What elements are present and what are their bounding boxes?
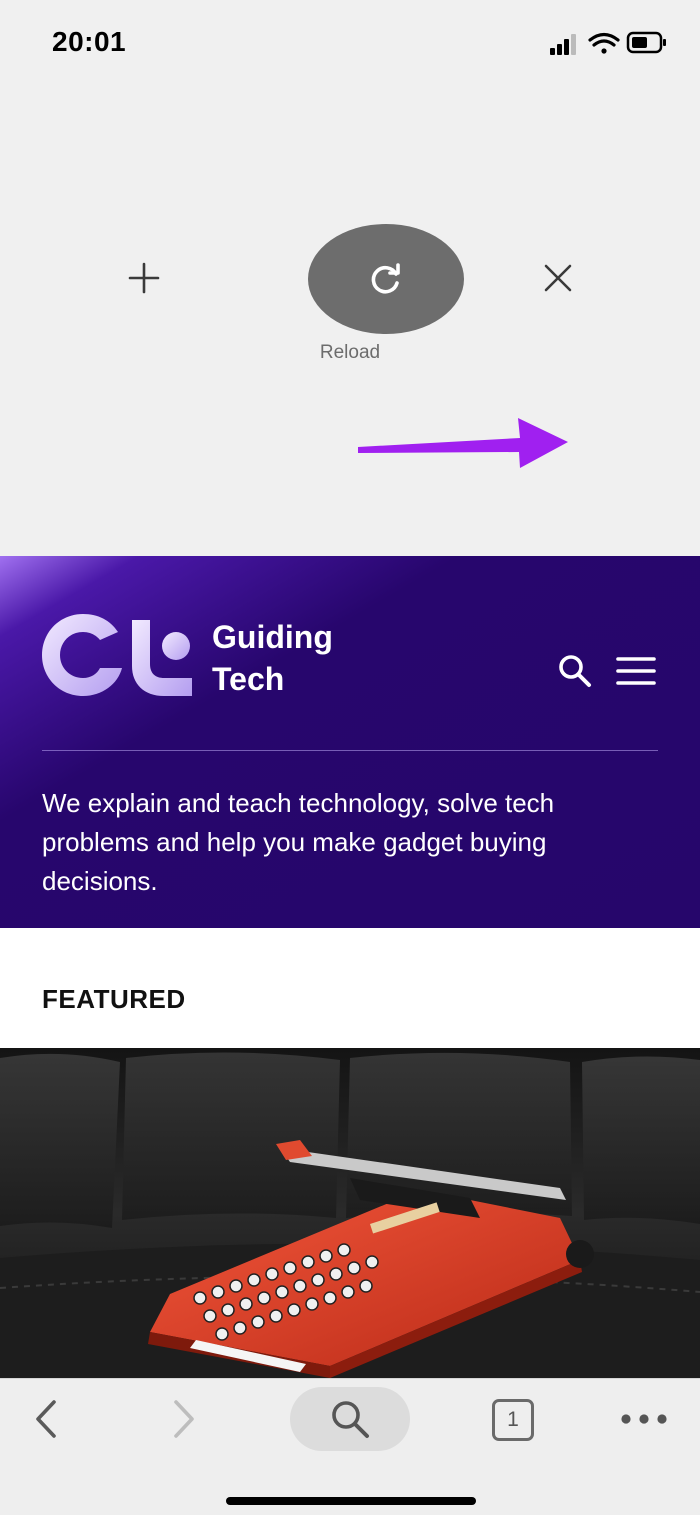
tab-switcher-button[interactable]: 1: [492, 1399, 534, 1441]
new-tab-button[interactable]: [118, 252, 170, 304]
status-time: 20:01: [52, 26, 127, 57]
close-icon: [544, 264, 572, 292]
forward-button[interactable]: [162, 1397, 206, 1441]
red-typewriter-image: [0, 1048, 700, 1378]
hamburger-menu-icon[interactable]: [616, 656, 656, 686]
header-divider: [42, 750, 658, 751]
pull-to-refresh-area: Reload: [0, 80, 700, 556]
search-icon: [332, 1401, 369, 1438]
signal-icon: [550, 34, 576, 55]
more-menu-button[interactable]: [616, 1397, 672, 1441]
brand-line-1: Guiding: [212, 619, 333, 655]
swipe-arrow-annotation: [358, 418, 568, 468]
featured-heading: FEATURED: [42, 984, 186, 1014]
tab-count: 1: [507, 1408, 519, 1431]
toolbar-search-button[interactable]: [290, 1387, 410, 1451]
search-icon[interactable]: [558, 654, 592, 688]
brand-name[interactable]: Guiding Tech: [212, 616, 333, 700]
back-button[interactable]: [24, 1397, 68, 1441]
back-icon: [36, 1400, 56, 1438]
browser-toolbar: 1: [0, 1378, 700, 1515]
reload-label: Reload: [319, 342, 381, 363]
site-tagline: We explain and teach technology, solve t…: [42, 788, 555, 896]
forward-icon: [174, 1400, 194, 1438]
status-bar: 20:01: [0, 0, 700, 80]
featured-article-image[interactable]: [0, 1048, 700, 1378]
battery-icon: [626, 31, 666, 54]
reload-icon: [371, 263, 400, 294]
reload-button[interactable]: [308, 224, 464, 334]
wifi-icon: [588, 32, 620, 54]
featured-section: FEATURED: [0, 928, 700, 1048]
status-icons: [550, 31, 666, 55]
more-icon: [621, 1414, 667, 1424]
brand-line-2: Tech: [212, 661, 285, 697]
plus-icon: [128, 262, 160, 294]
home-indicator: [226, 1497, 476, 1505]
close-tab-button[interactable]: [532, 252, 584, 304]
guiding-tech-logo: [42, 614, 192, 696]
site-header: Guiding Tech We explain and teach techno…: [0, 556, 700, 928]
